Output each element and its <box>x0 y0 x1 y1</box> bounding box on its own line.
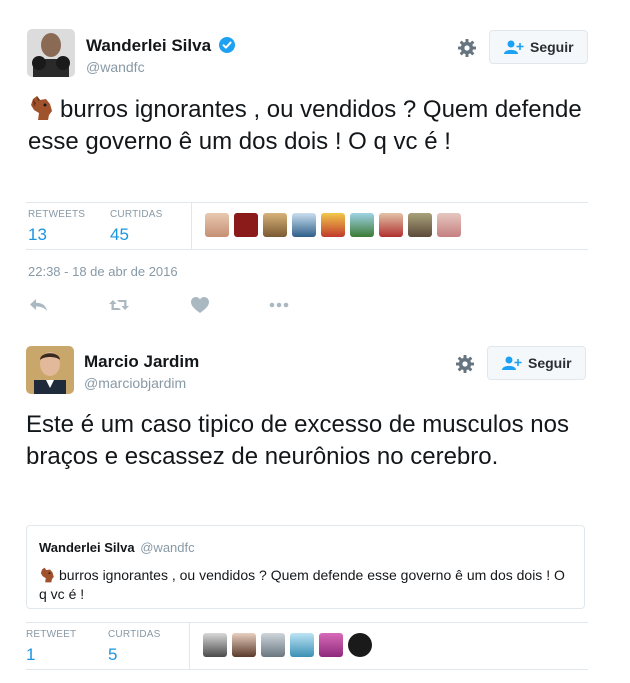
tweet-2: Marcio Jardim @marciobjardim Seguir Este… <box>0 330 630 683</box>
stats-top-divider <box>26 202 588 203</box>
horse-face-icon <box>31 96 52 120</box>
stats-bottom-divider <box>26 249 588 250</box>
liker-avatar[interactable] <box>350 213 374 237</box>
retweets-label: RETWEETS <box>28 209 86 220</box>
liker-avatar[interactable] <box>290 633 314 657</box>
timestamp[interactable]: 22:38 - 18 de abr de 2016 <box>28 264 178 279</box>
liker-avatar[interactable] <box>234 213 258 237</box>
likes-label: CURTIDAS <box>110 209 163 220</box>
add-user-icon <box>504 40 524 54</box>
follow-button[interactable]: Seguir <box>487 346 586 380</box>
retweets-stat[interactable]: RETWEETS 13 <box>28 209 85 245</box>
retweets-label: RETWEET <box>26 629 77 640</box>
liker-avatar[interactable] <box>205 213 229 237</box>
quoted-author-handle: @wandfc <box>140 540 195 555</box>
author-name[interactable]: Wanderlei Silva <box>86 36 211 56</box>
follow-button[interactable]: Seguir <box>489 30 588 64</box>
avatar[interactable] <box>27 29 75 77</box>
retweets-count: 1 <box>26 645 36 664</box>
reply-icon[interactable] <box>28 296 50 314</box>
liker-avatar[interactable] <box>379 213 403 237</box>
likes-label: CURTIDAS <box>108 629 161 640</box>
author-handle[interactable]: @marciobjardim <box>84 375 199 391</box>
stats-vertical-divider <box>191 203 192 249</box>
tweet-text: burros ignorantes , ou vendidos ? Quem d… <box>28 96 582 155</box>
likes-count: 45 <box>110 225 129 244</box>
liker-avatar[interactable] <box>203 633 227 657</box>
likes-stat[interactable]: CURTIDAS 5 <box>108 629 161 665</box>
quoted-author: Wanderlei Silva @wandfc <box>39 540 195 555</box>
author-block: Wanderlei Silva @wandfc <box>86 36 236 75</box>
liker-avatar[interactable] <box>263 213 287 237</box>
liker-avatar[interactable] <box>232 633 256 657</box>
add-user-icon <box>502 356 522 370</box>
likers-avatars <box>203 633 377 657</box>
stats-top-divider <box>26 622 588 623</box>
tweet-text: Este é um caso tipico de excesso de musc… <box>26 411 569 470</box>
stats-bottom-divider <box>26 669 588 670</box>
liker-avatar[interactable] <box>261 633 285 657</box>
likes-stat[interactable]: CURTIDAS 45 <box>110 209 163 245</box>
retweets-stat[interactable]: RETWEET 1 <box>26 629 76 665</box>
liker-avatar[interactable] <box>348 633 372 657</box>
gear-icon[interactable] <box>455 354 475 374</box>
liker-avatar[interactable] <box>408 213 432 237</box>
liker-avatar[interactable] <box>292 213 316 237</box>
follow-label: Seguir <box>528 355 572 371</box>
tweet-1: Wanderlei Silva @wandfc Seguir burros ig… <box>0 0 630 330</box>
verified-badge-icon <box>219 37 236 53</box>
follow-label: Seguir <box>530 39 574 55</box>
retweet-icon[interactable] <box>108 296 130 314</box>
author-handle[interactable]: @wandfc <box>86 59 235 75</box>
liker-avatar[interactable] <box>437 213 461 237</box>
liker-avatar[interactable] <box>319 633 343 657</box>
avatar[interactable] <box>26 346 74 394</box>
quoted-author-name: Wanderlei Silva <box>39 540 135 555</box>
liker-avatar[interactable] <box>321 213 345 237</box>
retweets-count: 13 <box>28 225 47 244</box>
horse-face-icon <box>40 567 54 583</box>
likers-avatars <box>205 213 466 237</box>
author-name[interactable]: Marcio Jardim <box>84 352 199 372</box>
stats-vertical-divider <box>189 623 190 669</box>
like-icon[interactable] <box>189 296 211 314</box>
author-block: Marcio Jardim @marciobjardim <box>84 352 199 391</box>
tweet-text-block: burros ignorantes , ou vendidos ? Quem d… <box>28 94 598 158</box>
likes-count: 5 <box>108 645 118 664</box>
quoted-text-block: burros ignorantes , ou vendidos ? Quem d… <box>39 566 574 604</box>
quoted-tweet[interactable]: Wanderlei Silva @wandfc burros ignorante… <box>26 525 585 609</box>
quoted-text: burros ignorantes , ou vendidos ? Quem d… <box>39 567 565 602</box>
gear-icon[interactable] <box>457 38 477 58</box>
more-icon[interactable] <box>268 296 290 314</box>
